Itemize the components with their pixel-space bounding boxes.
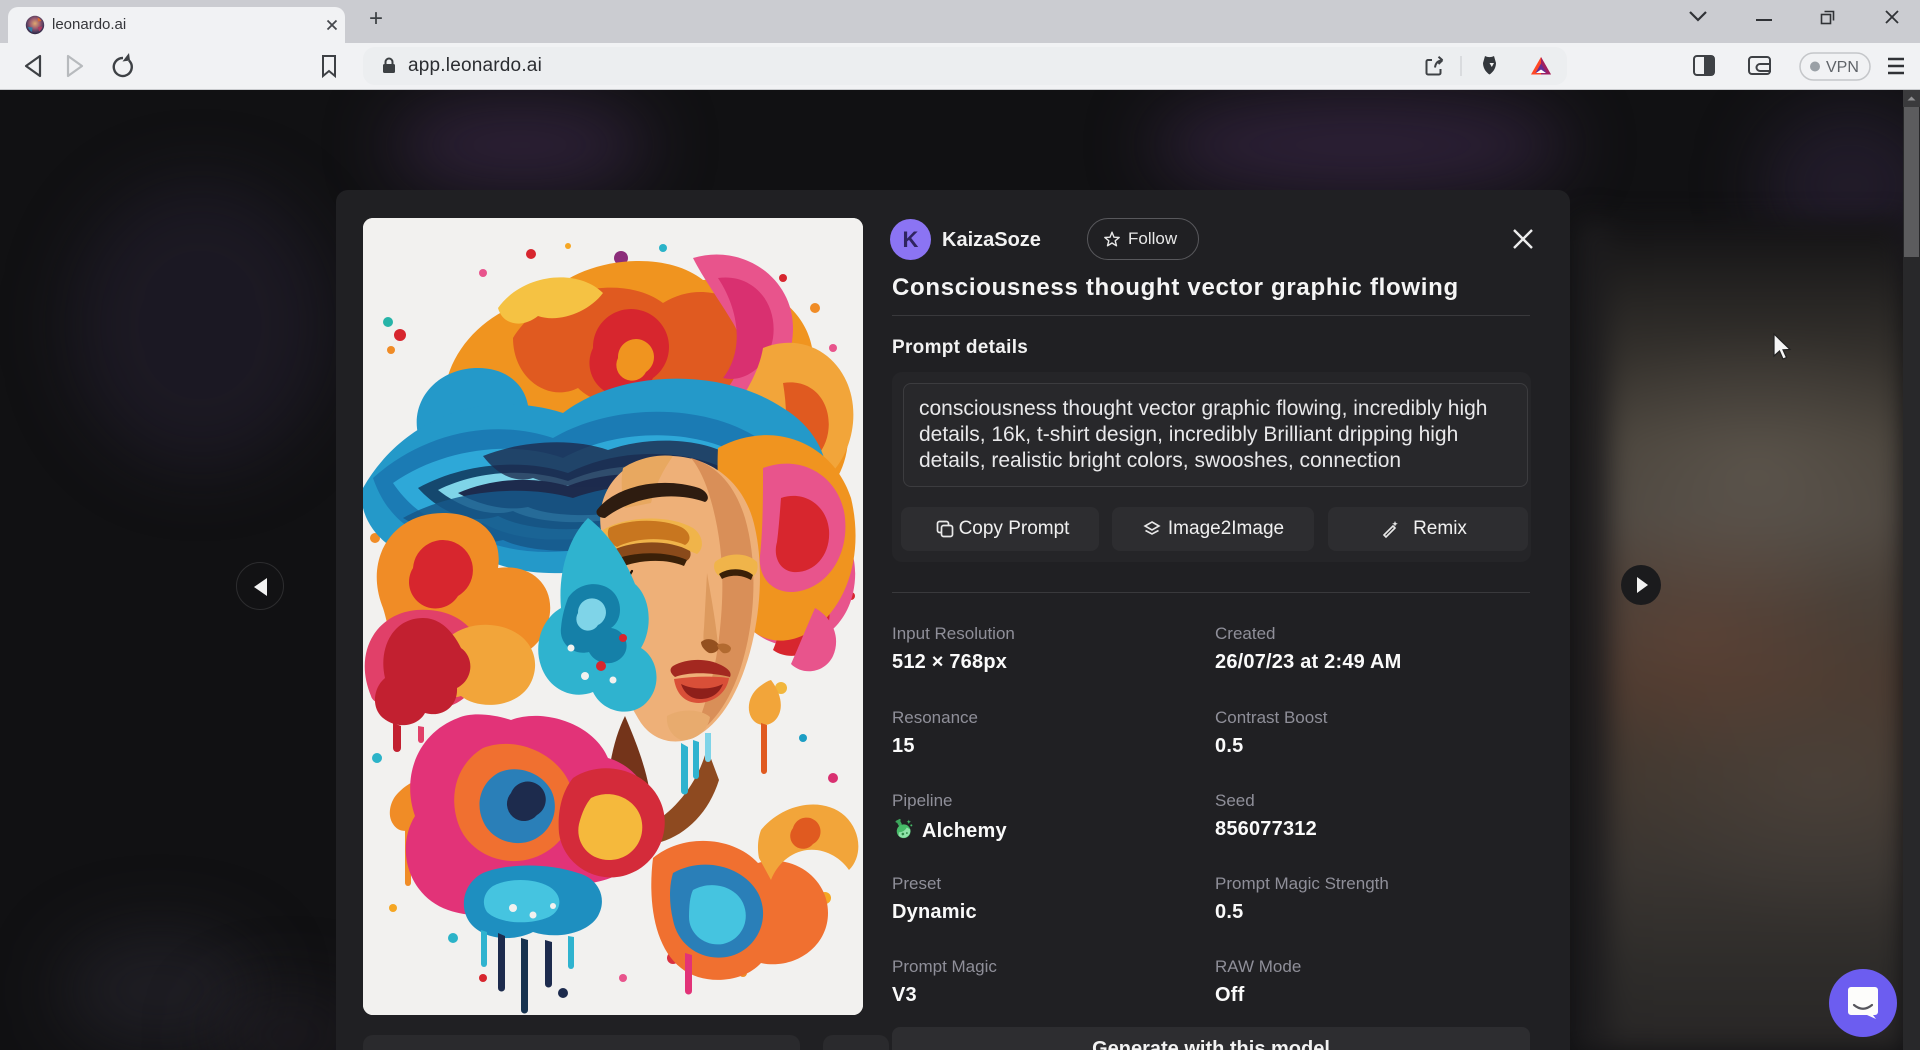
svg-text:VPN: VPN — [1826, 59, 1859, 76]
